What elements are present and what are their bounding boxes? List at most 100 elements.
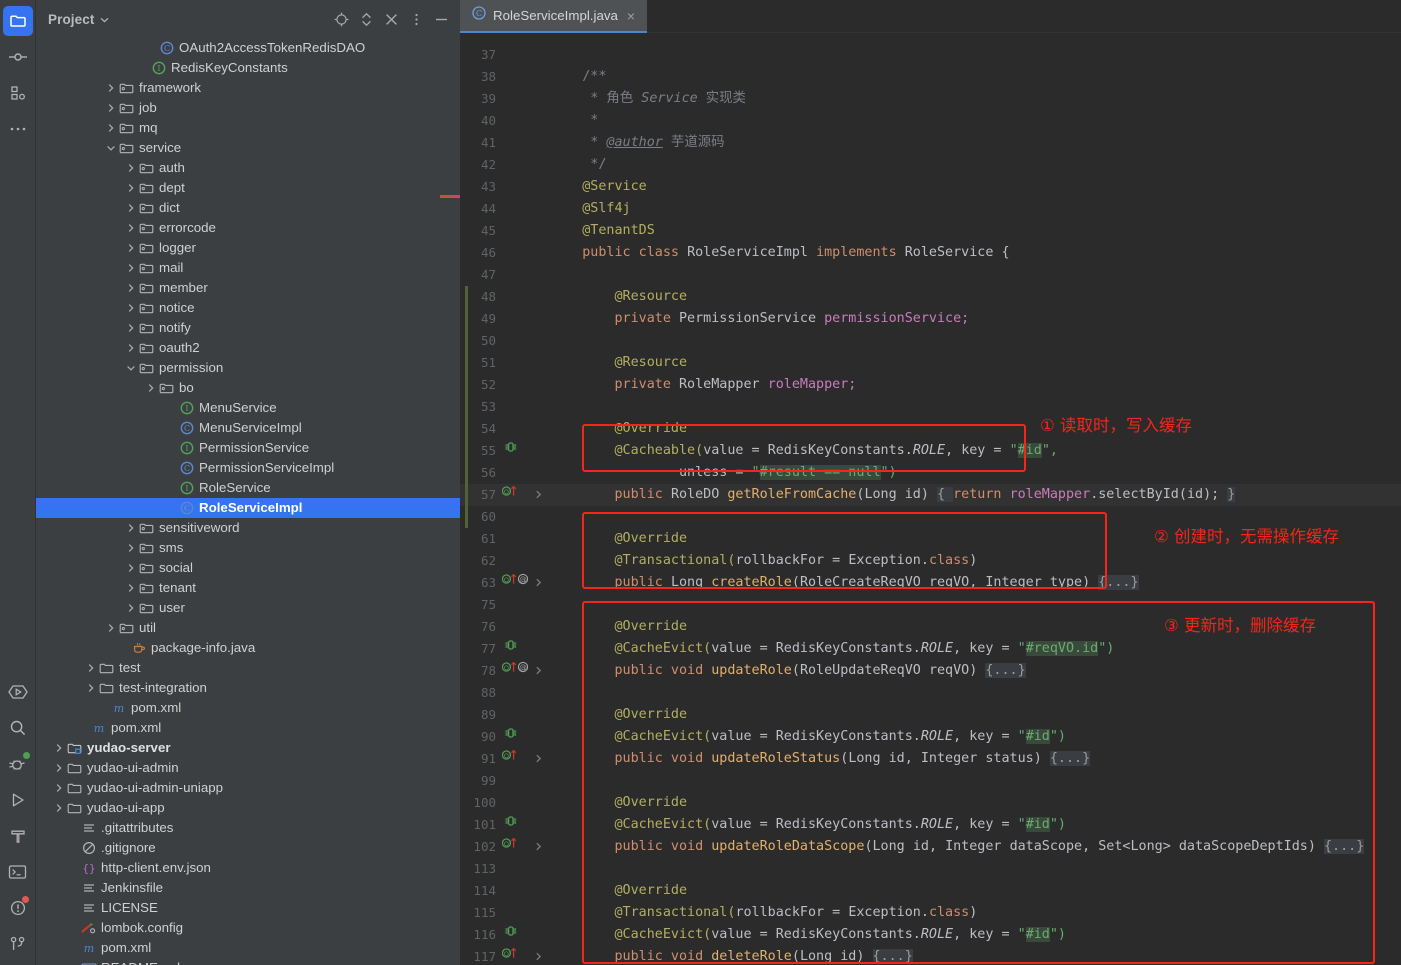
code-line[interactable]: public void updateRole(RoleUpdateReqVO r… xyxy=(550,660,1026,682)
chevron-down-icon[interactable] xyxy=(100,10,109,28)
activity-item-problems[interactable] xyxy=(3,893,33,923)
chevron-right-icon[interactable] xyxy=(52,802,65,815)
fold-chevron-icon[interactable] xyxy=(534,660,543,682)
code-line[interactable]: * xyxy=(550,110,598,132)
tree-item[interactable]: tenant xyxy=(36,578,460,598)
bean-icon[interactable] xyxy=(504,814,518,836)
tree-item[interactable]: {}http-client.env.json xyxy=(36,858,460,878)
tree-item-selected[interactable]: CRoleServiceImpl xyxy=(36,498,460,518)
chevron-right-icon[interactable] xyxy=(124,542,137,555)
activity-item-commit[interactable] xyxy=(3,42,33,72)
minimize-dash-icon[interactable] xyxy=(430,8,452,30)
chevron-down-icon[interactable] xyxy=(104,142,117,155)
tree-item[interactable]: COAuth2AccessTokenRedisDAO xyxy=(36,38,460,58)
code-line[interactable]: public Long createRole(RoleCreateReqVO r… xyxy=(550,572,1139,594)
code-line[interactable]: @Cacheable(value = RedisKeyConstants.ROL… xyxy=(550,440,1058,462)
code-line[interactable]: */ xyxy=(550,154,606,176)
tree-item[interactable]: CPermissionServiceImpl xyxy=(36,458,460,478)
override-up-at-icon[interactable]: O@ xyxy=(502,660,528,682)
chevron-right-icon[interactable] xyxy=(52,782,65,795)
chevron-right-icon[interactable] xyxy=(52,742,65,755)
tree-item[interactable]: .gitignore xyxy=(36,838,460,858)
code-line[interactable]: public void deleteRole(Long id) {...} xyxy=(550,946,913,965)
code-line[interactable]: public class RoleServiceImpl implements … xyxy=(550,242,1010,264)
tree-item[interactable]: package-info.java xyxy=(36,638,460,658)
tree-item[interactable]: permission xyxy=(36,358,460,378)
chevron-right-icon[interactable] xyxy=(124,302,137,315)
code-line[interactable]: private PermissionService permissionServ… xyxy=(550,308,969,330)
code-line[interactable]: @Override xyxy=(550,792,687,814)
code-line[interactable]: @TenantDS xyxy=(550,220,655,242)
code-line[interactable]: @Transactional(rollbackFor = Exception.c… xyxy=(550,902,977,924)
chevron-right-icon[interactable] xyxy=(124,162,137,175)
override-up-icon[interactable]: O xyxy=(502,946,528,965)
code-line[interactable]: @Slf4j xyxy=(550,198,631,220)
chevron-right-icon[interactable] xyxy=(104,102,117,115)
code-line[interactable]: @CacheEvict(value = RedisKeyConstants.RO… xyxy=(550,924,1066,946)
chevron-right-icon[interactable] xyxy=(144,382,157,395)
fold-chevron-icon[interactable] xyxy=(534,572,543,594)
tree-item[interactable]: MREADME.md xyxy=(36,958,460,965)
code-line[interactable]: @Transactional(rollbackFor = Exception.c… xyxy=(550,550,977,572)
tree-item[interactable]: yudao-server xyxy=(36,738,460,758)
tree-item[interactable]: dict xyxy=(36,198,460,218)
tree-item[interactable]: IRoleService xyxy=(36,478,460,498)
code-line[interactable]: * 角色 Service 实现类 xyxy=(550,88,746,110)
target-icon[interactable] xyxy=(330,8,352,30)
chevron-right-icon[interactable] xyxy=(124,342,137,355)
chevron-right-icon[interactable] xyxy=(124,202,137,215)
tree-item[interactable]: mq xyxy=(36,118,460,138)
code-line[interactable]: @Resource xyxy=(550,286,687,308)
editor-tab-roleserviceimpl[interactable]: C RoleServiceImpl.java × xyxy=(460,0,647,33)
chevron-right-icon[interactable] xyxy=(104,122,117,135)
bean-icon[interactable] xyxy=(504,440,518,462)
activity-item-run[interactable] xyxy=(3,785,33,815)
code-content[interactable]: /** * 角色 Service 实现类 * * @author 芋道源码 */… xyxy=(550,33,1401,965)
tree-item[interactable]: mpom.xml xyxy=(36,698,460,718)
tree-item[interactable]: Jenkinsfile xyxy=(36,878,460,898)
chevron-right-icon[interactable] xyxy=(104,82,117,95)
bean-icon[interactable] xyxy=(504,726,518,748)
chevron-right-icon[interactable] xyxy=(124,582,137,595)
code-line[interactable]: @Override xyxy=(550,528,687,550)
project-tree[interactable]: COAuth2AccessTokenRedisDAOIRedisKeyConst… xyxy=(36,38,460,965)
tree-item[interactable]: IMenuService xyxy=(36,398,460,418)
fold-chevron-icon[interactable] xyxy=(534,748,543,770)
chevron-right-icon[interactable] xyxy=(124,282,137,295)
override-up-at-icon[interactable]: O@ xyxy=(502,572,528,594)
code-line[interactable]: @CacheEvict(value = RedisKeyConstants.RO… xyxy=(550,726,1066,748)
tree-item[interactable]: .gitattributes xyxy=(36,818,460,838)
chevron-right-icon[interactable] xyxy=(124,242,137,255)
chevron-right-icon[interactable] xyxy=(124,182,137,195)
tree-item[interactable]: framework xyxy=(36,78,460,98)
chevron-right-icon[interactable] xyxy=(104,622,117,635)
bean-icon[interactable] xyxy=(504,638,518,660)
code-line[interactable]: @Service xyxy=(550,176,647,198)
tree-item[interactable]: logger xyxy=(36,238,460,258)
tree-item[interactable]: test-integration xyxy=(36,678,460,698)
tree-item[interactable]: member xyxy=(36,278,460,298)
activity-item-debug[interactable] xyxy=(3,749,33,779)
tree-item[interactable]: errorcode xyxy=(36,218,460,238)
code-line[interactable]: @Override xyxy=(550,704,687,726)
tree-item[interactable]: lombok.config xyxy=(36,918,460,938)
activity-item-more[interactable] xyxy=(3,114,33,144)
code-line[interactable]: public RoleDO getRoleFromCache(Long id) … xyxy=(550,484,1235,506)
code-line[interactable]: @CacheEvict(value = RedisKeyConstants.RO… xyxy=(550,638,1114,660)
tree-item[interactable]: notice xyxy=(36,298,460,318)
tree-item[interactable]: IPermissionService xyxy=(36,438,460,458)
chevron-right-icon[interactable] xyxy=(124,222,137,235)
activity-item-build[interactable] xyxy=(3,821,33,851)
code-line[interactable]: /** xyxy=(550,66,606,88)
tree-item[interactable]: oauth2 xyxy=(36,338,460,358)
tree-item[interactable]: yudao-ui-app xyxy=(36,798,460,818)
tree-item[interactable]: service xyxy=(36,138,460,158)
override-up-icon[interactable]: O xyxy=(502,484,528,506)
activity-item-project[interactable] xyxy=(3,6,33,36)
override-up-icon[interactable]: O xyxy=(502,748,528,770)
updown-chevrons-icon[interactable] xyxy=(355,8,377,30)
code-line[interactable]: @Override xyxy=(550,616,687,638)
tree-item[interactable]: mpom.xml xyxy=(36,938,460,958)
code-viewport[interactable]: 3738394041424344454647484950515253545556… xyxy=(460,33,1401,965)
code-line[interactable]: @CacheEvict(value = RedisKeyConstants.RO… xyxy=(550,814,1066,836)
